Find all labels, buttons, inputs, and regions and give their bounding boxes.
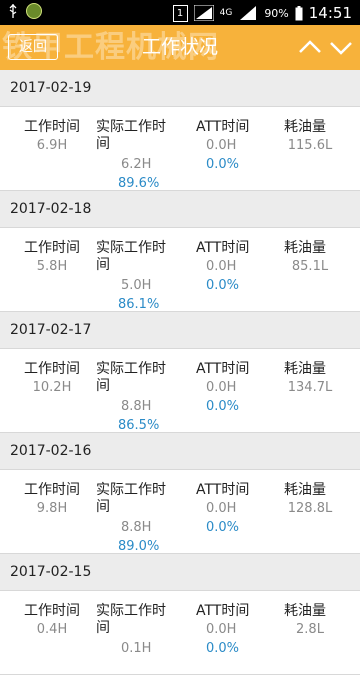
work-time-value: 10.2H (32, 380, 72, 395)
work-time-column: 工作时间 5.8H (24, 240, 84, 276)
att-time-label: ATT时间 (196, 361, 250, 377)
actual-work-time-column: 实际工作时间 5.0H 86.1% (96, 240, 176, 315)
actual-work-time-percent: 89.6% (118, 176, 160, 191)
network-type: 4G (219, 7, 233, 18)
work-time-column: 工作时间 0.4H (24, 603, 84, 639)
fuel-column: 耗油量 2.8L (284, 603, 344, 639)
actual-work-time-column: 实际工作时间 6.2H 89.6% (96, 119, 176, 194)
fuel-column: 耗油量 115.6L (284, 119, 344, 155)
chevron-up-icon[interactable] (298, 36, 322, 58)
att-time-percent: 0.0% (206, 157, 240, 172)
entry-stats: 工作时间 9.8H 实际工作时间 8.8H 89.0% ATT时间 0.0H 0… (0, 469, 360, 554)
work-status-list: 2017-02-19 工作时间 6.9H 实际工作时间 6.2H 89.6% A… (0, 70, 360, 675)
fuel-label: 耗油量 (284, 482, 326, 498)
att-time-value: 0.0H (206, 138, 237, 153)
work-time-column: 工作时间 9.8H (24, 482, 84, 518)
entry-stats: 工作时间 6.9H 实际工作时间 6.2H 89.6% ATT时间 0.0H 0… (0, 106, 360, 191)
fuel-label: 耗油量 (284, 361, 326, 377)
list-item: 2017-02-18 工作时间 5.8H 实际工作时间 5.0H 86.1% A… (0, 191, 360, 312)
work-time-label: 工作时间 (24, 482, 80, 498)
fuel-value: 115.6L (287, 138, 333, 153)
entry-date: 2017-02-16 (0, 433, 360, 469)
actual-work-time-label: 实际工作时间 (96, 603, 166, 636)
list-item: 2017-02-16 工作时间 9.8H 实际工作时间 8.8H 89.0% A… (0, 433, 360, 554)
signal-strength-icon (240, 6, 257, 20)
actual-work-time-percent: 86.5% (118, 418, 160, 433)
entry-stats: 工作时间 5.8H 实际工作时间 5.0H 86.1% ATT时间 0.0H 0… (0, 227, 360, 312)
clock: 14:51 (308, 4, 352, 22)
actual-work-time-value: 5.0H (121, 278, 152, 293)
work-time-value: 6.9H (36, 138, 68, 153)
att-time-value: 0.0H (206, 259, 237, 274)
actual-work-time-column: 实际工作时间 0.1H (96, 603, 176, 658)
att-time-label: ATT时间 (196, 240, 250, 256)
att-time-column: ATT时间 0.0H 0.0% (196, 482, 260, 538)
work-time-label: 工作时间 (24, 119, 80, 135)
att-time-value: 0.0H (206, 380, 237, 395)
work-time-value: 5.8H (36, 259, 68, 274)
work-time-label: 工作时间 (24, 240, 80, 256)
work-time-value: 0.4H (36, 622, 68, 637)
entry-date: 2017-02-15 (0, 554, 360, 590)
att-time-percent: 0.0% (206, 278, 240, 293)
title-bar: 工作状况 返回 (0, 25, 360, 70)
fuel-value: 85.1L (291, 259, 329, 274)
fuel-label: 耗油量 (284, 603, 326, 619)
att-time-label: ATT时间 (196, 482, 250, 498)
fuel-value: 134.7L (287, 380, 333, 395)
att-time-label: ATT时间 (196, 603, 250, 619)
entry-stats: 工作时间 10.2H 实际工作时间 8.8H 86.5% ATT时间 0.0H … (0, 348, 360, 433)
actual-work-time-label: 实际工作时间 (96, 361, 166, 394)
status-bar: 1 4G 90% 14:51 (0, 0, 360, 25)
list-item: 2017-02-17 工作时间 10.2H 实际工作时间 8.8H 86.5% … (0, 312, 360, 433)
att-time-percent: 0.0% (206, 641, 240, 656)
actual-work-time-percent: 86.1% (118, 297, 160, 312)
fuel-column: 耗油量 85.1L (284, 240, 344, 276)
att-time-percent: 0.0% (206, 399, 240, 414)
actual-work-time-value: 6.2H (121, 157, 152, 172)
chevron-down-icon[interactable] (329, 36, 353, 58)
entry-date: 2017-02-19 (0, 70, 360, 106)
att-time-column: ATT时间 0.0H 0.0% (196, 240, 260, 296)
back-button[interactable]: 返回 (8, 34, 58, 60)
usb-icon (9, 4, 17, 18)
fuel-label: 耗油量 (284, 240, 326, 256)
actual-work-time-value: 8.8H (121, 520, 152, 535)
entry-date: 2017-02-18 (0, 191, 360, 227)
actual-work-time-value: 8.8H (121, 399, 152, 414)
actual-work-time-label: 实际工作时间 (96, 240, 166, 273)
sim-icon: 1 (172, 4, 188, 22)
battery-icon (295, 5, 303, 20)
fuel-column: 耗油量 134.7L (284, 361, 344, 397)
app-notification-icon (26, 3, 42, 19)
actual-work-time-column: 实际工作时间 8.8H 89.0% (96, 482, 176, 557)
list-item: 2017-02-19 工作时间 6.9H 实际工作时间 6.2H 89.6% A… (0, 70, 360, 191)
actual-work-time-label: 实际工作时间 (96, 482, 166, 515)
work-time-column: 工作时间 6.9H (24, 119, 84, 155)
att-time-column: ATT时间 0.0H 0.0% (196, 603, 260, 659)
battery-level: 90% (264, 6, 289, 20)
signal-icon (193, 5, 214, 21)
fuel-value: 2.8L (296, 622, 324, 637)
actual-work-time-percent: 89.0% (118, 539, 160, 554)
list-item: 2017-02-15 工作时间 0.4H 实际工作时间 0.1H ATT时间 0… (0, 554, 360, 675)
att-time-value: 0.0H (206, 501, 237, 516)
actual-work-time-label: 实际工作时间 (96, 119, 166, 152)
actual-work-time-value: 0.1H (121, 641, 152, 656)
fuel-column: 耗油量 128.8L (284, 482, 344, 518)
entry-date: 2017-02-17 (0, 312, 360, 348)
work-time-label: 工作时间 (24, 603, 80, 619)
att-time-column: ATT时间 0.0H 0.0% (196, 119, 260, 175)
fuel-value: 128.8L (287, 501, 333, 516)
att-time-column: ATT时间 0.0H 0.0% (196, 361, 260, 417)
work-time-label: 工作时间 (24, 361, 80, 377)
att-time-percent: 0.0% (206, 520, 240, 535)
work-time-value: 9.8H (36, 501, 68, 516)
entry-stats: 工作时间 0.4H 实际工作时间 0.1H ATT时间 0.0H 0.0% 耗油… (0, 590, 360, 675)
actual-work-time-column: 实际工作时间 8.8H 86.5% (96, 361, 176, 436)
att-time-label: ATT时间 (196, 119, 250, 135)
att-time-value: 0.0H (206, 622, 237, 637)
fuel-label: 耗油量 (284, 119, 326, 135)
work-time-column: 工作时间 10.2H (24, 361, 84, 397)
